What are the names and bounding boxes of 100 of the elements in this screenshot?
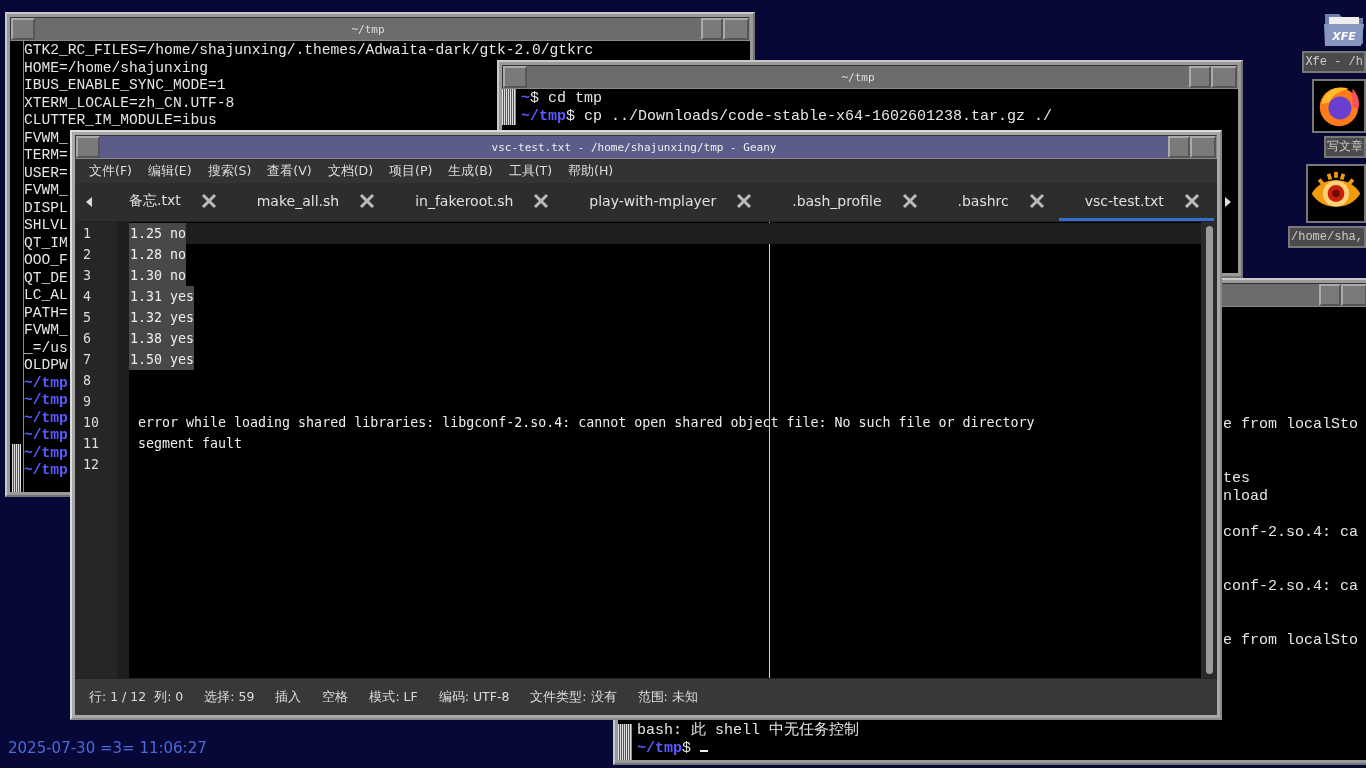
minimize-button[interactable] bbox=[1189, 66, 1211, 88]
line-number: 5 bbox=[82, 309, 92, 327]
file-tab[interactable]: .bashrc bbox=[931, 183, 1059, 221]
window-menu-button[interactable] bbox=[503, 66, 527, 88]
icon-label[interactable]: 写文章 bbox=[1324, 136, 1366, 158]
minimize-button[interactable] bbox=[701, 18, 723, 40]
terminal-line: OLDPW bbox=[24, 357, 68, 375]
scrollbar[interactable] bbox=[502, 89, 516, 125]
terminal-line: ~/tmp bbox=[24, 374, 68, 392]
window-menu-button[interactable] bbox=[11, 18, 35, 40]
terminal-line: _=/us bbox=[24, 339, 68, 357]
window-menu-button[interactable] bbox=[76, 136, 100, 158]
browser-icon[interactable] bbox=[1312, 79, 1366, 133]
status-item: 选择: 59 bbox=[204, 688, 255, 706]
terminal-line: FVWM_ bbox=[24, 129, 68, 147]
terminal-line: ~/tmp bbox=[24, 427, 68, 445]
terminal-line: ~/tmp bbox=[24, 409, 68, 427]
terminal-line: ~/tmp bbox=[24, 392, 68, 410]
scrollbar[interactable] bbox=[618, 724, 632, 760]
terminal-line: TERM= bbox=[24, 147, 68, 165]
terminal-line: XTERM_LOCALE=zh_CN.UTF-8 bbox=[24, 94, 235, 112]
terminal-line: ~$ cd tmp bbox=[521, 90, 603, 108]
terminal-line: FVWM_ bbox=[24, 322, 68, 340]
line-number: 9 bbox=[82, 393, 92, 411]
terminal-line: bash: 此 shell 中无任务控制 bbox=[637, 722, 860, 740]
file-tab[interactable]: in_fakeroot.sh bbox=[389, 183, 564, 221]
close-icon[interactable] bbox=[200, 192, 217, 209]
scrollbar[interactable] bbox=[10, 41, 24, 492]
terminal-line: FVWM_ bbox=[24, 182, 68, 200]
maximize-button[interactable] bbox=[1190, 136, 1216, 158]
terminal-line: conf-2.so.4: ca bbox=[1223, 524, 1359, 542]
terminal-line: ~/tmp$ bbox=[637, 740, 692, 758]
status-item: 模式: LF bbox=[369, 688, 418, 706]
menu-item[interactable]: 编辑(E) bbox=[139, 162, 200, 180]
close-icon[interactable] bbox=[359, 192, 376, 209]
terminal-line: tes bbox=[1223, 470, 1250, 488]
terminal-line: LC_AL bbox=[24, 287, 68, 305]
line-number: 4 bbox=[82, 288, 92, 306]
terminal-line: e from localSto bbox=[1223, 416, 1359, 434]
terminal-line: IBUS_ENABLE_SYNC_MODE=1 bbox=[24, 77, 226, 95]
window-title: vsc-test.txt - /home/shajunxing/tmp - Geany bbox=[490, 140, 778, 154]
menu-item[interactable]: 文档(D) bbox=[319, 162, 381, 180]
terminal-line: PATH= bbox=[24, 304, 68, 322]
line-number: 7 bbox=[82, 351, 92, 369]
terminal-line: OOO_F bbox=[24, 252, 68, 270]
status-item: 文件类型: 没有 bbox=[530, 688, 617, 706]
terminal-line: e from localSto bbox=[1223, 632, 1359, 650]
line-number: 3 bbox=[82, 267, 92, 285]
line-number: 10 bbox=[82, 414, 100, 432]
scrollbar[interactable] bbox=[1201, 222, 1217, 678]
file-tab[interactable]: .bash_profile bbox=[766, 183, 932, 221]
icon-label[interactable]: Xfe - /h bbox=[1302, 51, 1366, 73]
line-number: 12 bbox=[82, 456, 100, 474]
window-title: ~/tmp bbox=[840, 70, 876, 84]
status-item: 插入 bbox=[275, 688, 302, 706]
menu-item[interactable]: 工具(T) bbox=[500, 162, 561, 180]
close-icon[interactable] bbox=[533, 192, 550, 209]
icon-label[interactable]: /home/sha, bbox=[1288, 226, 1366, 248]
maximize-button[interactable] bbox=[723, 18, 749, 40]
file-tab[interactable]: 备忘.txt bbox=[103, 183, 231, 221]
close-icon[interactable] bbox=[736, 192, 753, 209]
terminal-line: CLUTTER_IM_MODULE=ibus bbox=[24, 112, 217, 130]
menu-item[interactable]: 生成(B) bbox=[440, 162, 501, 180]
menu-item[interactable]: 查看(V) bbox=[259, 162, 320, 180]
terminal-line: SHLVL bbox=[24, 217, 68, 235]
eye-icon[interactable] bbox=[1306, 164, 1366, 223]
minimize-button[interactable] bbox=[1168, 136, 1190, 158]
terminal-line: ~/tmp$ cp ../Downloads/code-stable-x64-1602601238.tar.gz ./ bbox=[521, 108, 1053, 126]
menu-item[interactable]: 帮助(H) bbox=[560, 162, 622, 180]
code-line: segment fault bbox=[137, 435, 243, 453]
status-item: 范围: 未知 bbox=[637, 688, 698, 706]
maximize-button[interactable] bbox=[1211, 66, 1237, 88]
line-number: 6 bbox=[82, 330, 92, 348]
menu-item[interactable]: 文件(F) bbox=[81, 162, 140, 180]
file-tab[interactable]: make_all.sh bbox=[230, 183, 390, 221]
close-icon[interactable] bbox=[1028, 192, 1045, 209]
status-item: 行: 1 / 12 列: 0 bbox=[89, 688, 184, 706]
terminal-line: ~/tmp bbox=[24, 462, 68, 480]
line-number: 1 bbox=[82, 225, 92, 243]
status-item: 空格 bbox=[322, 688, 349, 706]
scroll-left-icon[interactable] bbox=[85, 196, 93, 208]
maximize-button[interactable] bbox=[1341, 284, 1366, 306]
file-tab[interactable]: play-with-mplayer bbox=[563, 183, 767, 221]
terminal-line: HOME=/home/shajunxing bbox=[24, 59, 208, 77]
line-number: 8 bbox=[82, 372, 92, 390]
close-icon[interactable] bbox=[1183, 192, 1200, 209]
line-number: 2 bbox=[82, 246, 92, 264]
status-item: 编码: UTF-8 bbox=[438, 688, 510, 706]
close-icon[interactable] bbox=[901, 192, 918, 209]
terminal-line: QT_DE bbox=[24, 269, 68, 287]
terminal-line: QT_IM bbox=[24, 234, 68, 252]
clock: 2025-07-30 =3= 11:06:27 bbox=[8, 739, 207, 757]
terminal-line: GTK2_RC_FILES=/home/shajunxing/.themes/Adwaita-dark/gtk-2.0/gtkrc bbox=[24, 42, 594, 60]
terminal-line: nload bbox=[1223, 488, 1268, 506]
terminal-line: USER= bbox=[24, 164, 68, 182]
line-number: 11 bbox=[82, 435, 100, 453]
menu-item[interactable]: 项目(P) bbox=[381, 162, 441, 180]
minimize-button[interactable] bbox=[1319, 284, 1341, 306]
terminal-line: ~/tmp bbox=[24, 444, 68, 462]
menu-item[interactable]: 搜索(S) bbox=[199, 162, 260, 180]
